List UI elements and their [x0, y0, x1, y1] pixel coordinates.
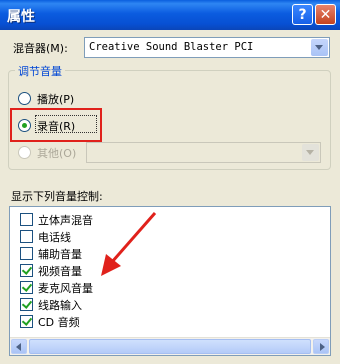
annotation-arrow [101, 212, 157, 276]
arrow-shaft [110, 212, 157, 263]
properties-dialog: 属性 ? ✕ 混音器(M): Creative Sound Blaster PC… [0, 0, 340, 364]
